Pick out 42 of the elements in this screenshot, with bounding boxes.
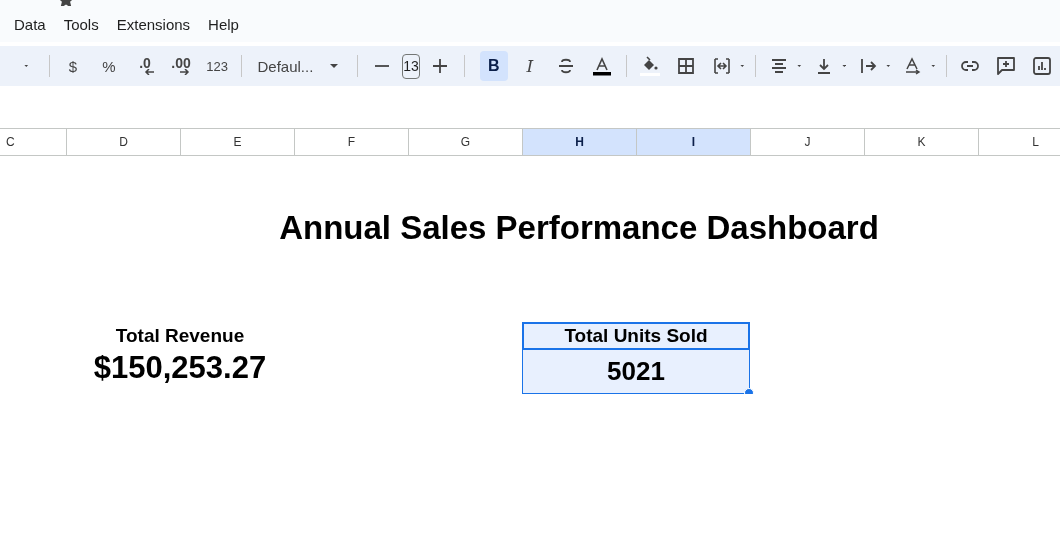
chart-icon[interactable] bbox=[1032, 56, 1052, 76]
decrease-decimals-button[interactable]: .0 bbox=[131, 51, 160, 81]
dashboard-title: Annual Sales Performance Dashboard bbox=[279, 209, 879, 247]
left-arrow-icon[interactable] bbox=[144, 69, 155, 75]
bold-button[interactable]: B bbox=[479, 51, 508, 81]
metric-label: Total Units Sold bbox=[522, 322, 750, 350]
font-size-field[interactable]: 13 bbox=[401, 53, 421, 79]
column-header[interactable]: D bbox=[66, 129, 180, 155]
borders-icon[interactable] bbox=[676, 56, 697, 76]
number-format-button[interactable]: 123 bbox=[203, 51, 232, 81]
column-header[interactable]: K bbox=[864, 129, 978, 155]
add-comment-icon[interactable] bbox=[996, 56, 1016, 76]
column-header[interactable]: C bbox=[0, 129, 66, 155]
merge-cells-icon[interactable] bbox=[712, 56, 733, 76]
column-header[interactable]: L bbox=[978, 129, 1060, 155]
paint-bucket-icon[interactable] bbox=[640, 56, 661, 76]
caret-icon[interactable] bbox=[841, 63, 847, 69]
menu-item[interactable]: Data bbox=[14, 15, 46, 33]
caret-icon[interactable] bbox=[740, 63, 745, 69]
column-header[interactable]: E bbox=[180, 129, 294, 155]
font-dropdown[interactable]: Defaul... bbox=[247, 51, 352, 81]
metric-label: Total Revenue bbox=[114, 324, 246, 348]
column-header[interactable]: J bbox=[750, 129, 864, 155]
right-arrow-icon[interactable] bbox=[180, 69, 191, 75]
menu-item[interactable]: Extensions bbox=[116, 15, 191, 33]
increase-decimals-button[interactable]: .00 bbox=[167, 51, 196, 81]
column-header[interactable]: I bbox=[636, 129, 750, 155]
menu-item[interactable]: Help bbox=[208, 15, 239, 33]
column-header[interactable]: H bbox=[522, 129, 636, 155]
caret-icon[interactable] bbox=[886, 63, 891, 69]
caret-icon[interactable] bbox=[329, 63, 340, 69]
italic-button[interactable]: I bbox=[515, 51, 544, 81]
caret-icon[interactable] bbox=[930, 63, 936, 69]
menu-item[interactable]: Tools bbox=[63, 15, 99, 33]
percent-button[interactable]: % bbox=[95, 51, 124, 81]
caret-icon[interactable] bbox=[797, 63, 802, 69]
metric-value: $150,253.27 bbox=[92, 350, 268, 387]
currency-button[interactable]: $ bbox=[59, 51, 88, 81]
column-header[interactable]: F bbox=[294, 129, 408, 155]
text-wrap-icon[interactable] bbox=[858, 56, 879, 76]
caret-icon[interactable] bbox=[24, 63, 29, 69]
text-color-icon[interactable] bbox=[591, 56, 612, 76]
